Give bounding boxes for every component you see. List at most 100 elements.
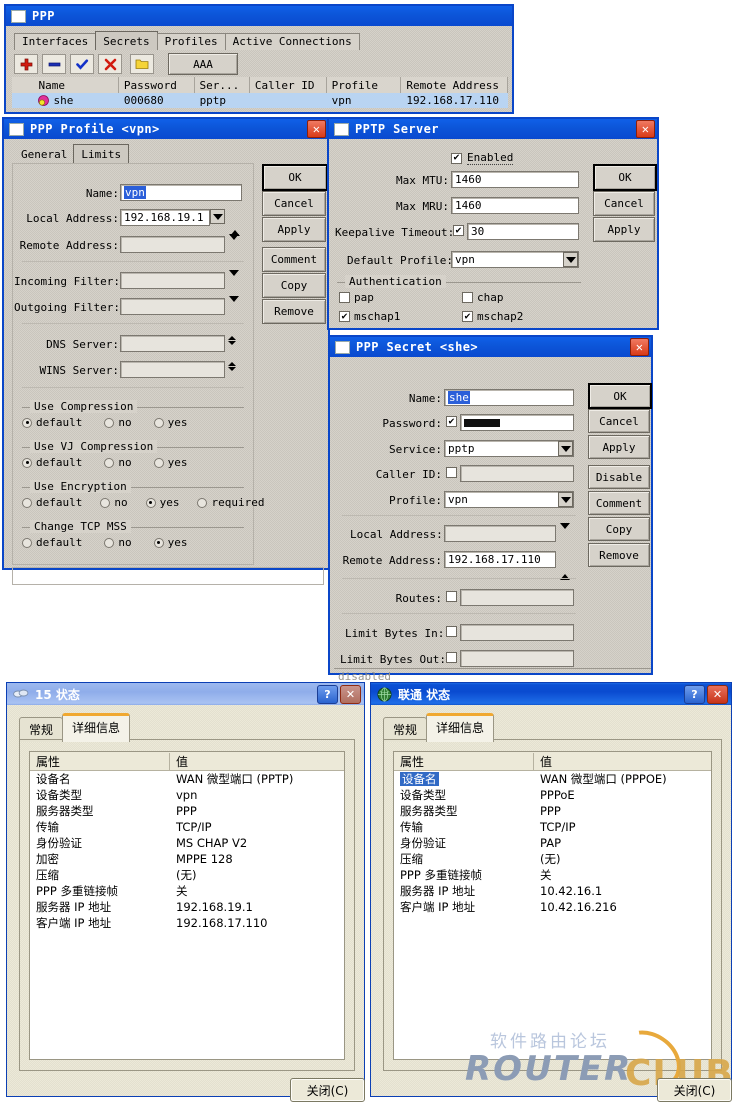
status-left-titlebar[interactable]: 15 状态 ? ✕ (7, 683, 364, 705)
limit-bytes-out-checkbox[interactable] (446, 652, 457, 663)
status-left-listbox[interactable]: 属性 值 设备名 WAN 微型端口 (PPTP) 设备类型 vpn 服务器类型 PPP… (29, 751, 345, 1060)
close-button[interactable]: 关闭(C) (657, 1078, 732, 1102)
change-tcp-mss-yes[interactable]: yes (153, 536, 187, 549)
secret-local-address-dropdown-button[interactable] (560, 523, 570, 548)
list-item[interactable]: 传输 TCP/IP (30, 819, 344, 835)
remove-button[interactable]: Remove (262, 299, 326, 324)
routes-checkbox[interactable] (446, 591, 457, 602)
dns-server-spinner[interactable] (228, 336, 236, 345)
list-item[interactable]: 压缩 (无) (30, 867, 344, 883)
use-encryption-yes[interactable]: yes (145, 496, 179, 509)
radio-icon[interactable] (104, 457, 115, 468)
secret-caller-id-input[interactable] (460, 465, 574, 482)
cancel-button[interactable]: Cancel (593, 191, 655, 216)
apply-button[interactable]: Apply (588, 435, 650, 459)
use-vj-compression-default[interactable]: default (22, 456, 82, 469)
default-profile-select[interactable]: vpn (451, 251, 579, 268)
radio-icon[interactable] (22, 457, 32, 468)
disable-button[interactable]: Disable (588, 465, 650, 489)
secret-local-address-input[interactable] (444, 525, 556, 542)
use-vj-compression-no[interactable]: no (104, 456, 132, 469)
list-item[interactable]: 压缩 (无) (394, 851, 711, 867)
col-profile[interactable]: Profile (327, 77, 402, 93)
radio-icon[interactable] (153, 537, 164, 548)
enabled-checkbox[interactable]: ✔ (451, 152, 462, 164)
profile-dns-server-input[interactable] (120, 335, 225, 352)
enable-button[interactable] (70, 54, 94, 74)
checkbox-icon[interactable]: ✔ (462, 311, 473, 322)
checkbox-icon[interactable] (339, 292, 350, 303)
list-item[interactable]: 设备名 WAN 微型端口 (PPTP) (30, 771, 344, 787)
status-left-dialog[interactable]: 15 状态 ? ✕ 常规 详细信息 属性 值 设备名 WAN 微型端口 (PPTP… (6, 682, 365, 1102)
use-encryption-options[interactable]: default no yes required (22, 496, 264, 509)
col-property[interactable]: 属性 (394, 752, 534, 770)
tab-active-connections[interactable]: Active Connections (224, 33, 360, 50)
use-compression-no[interactable]: no (104, 416, 132, 429)
auth-chap[interactable]: chap (462, 291, 504, 304)
profile-local-address-input[interactable]: 192.168.19.1 (120, 209, 210, 226)
use-encryption-no[interactable]: no (100, 496, 128, 509)
max-mtu-input[interactable]: 1460 (451, 171, 579, 188)
auth-mschap2[interactable]: ✔ mschap2 (462, 310, 523, 323)
status-right-tabbar[interactable]: 常规 详细信息 (383, 713, 495, 742)
service-dropdown-button[interactable] (558, 441, 573, 456)
close-icon[interactable]: ✕ (630, 338, 649, 356)
outgoing-filter-dropdown-button[interactable] (229, 296, 239, 321)
change-tcp-mss-no[interactable]: no (104, 536, 132, 549)
keepalive-timeout-input[interactable]: 30 (467, 223, 579, 240)
col-property[interactable]: 属性 (30, 752, 170, 770)
auth-mschap1[interactable]: ✔ mschap1 (339, 310, 400, 323)
checkbox-icon[interactable]: ✔ (339, 311, 350, 322)
col-value[interactable]: 值 (534, 753, 552, 770)
radio-icon[interactable] (100, 497, 111, 508)
col-service[interactable]: Ser... (195, 77, 250, 93)
list-item[interactable]: 服务器类型 PPP (394, 803, 711, 819)
secret-name-input[interactable]: she (444, 389, 574, 406)
profile-outgoing-filter-input[interactable] (120, 298, 225, 315)
use-compression-options[interactable]: default no yes (22, 416, 187, 429)
secret-routes-input[interactable] (460, 589, 574, 606)
profile-incoming-filter-input[interactable] (120, 272, 225, 289)
col-remote-address[interactable]: Remote Address (401, 77, 509, 93)
tab-details[interactable]: 详细信息 (426, 713, 495, 742)
list-item[interactable]: 服务器 IP 地址 192.168.19.1 (30, 899, 344, 915)
max-mru-input[interactable]: 1460 (451, 197, 579, 214)
list-item[interactable]: 设备类型 vpn (30, 787, 344, 803)
profile-dropdown-button[interactable] (558, 492, 573, 507)
local-address-dropdown-button[interactable] (210, 209, 225, 224)
help-icon[interactable]: ? (317, 684, 338, 704)
ppp-toolbar[interactable]: AAA (14, 53, 238, 75)
ppp-secret-titlebar[interactable]: PPP Secret <she> ✕ (330, 337, 651, 357)
status-right-dialog[interactable]: 联通 状态 ? ✕ 常规 详细信息 属性 值 设备名 WAN 微型端口 (PPPO… (370, 682, 732, 1102)
ppp-profile-dialog[interactable]: PPP Profile <vpn> ✕ General Limits Name:… (2, 117, 330, 585)
col-caller-id[interactable]: Caller ID (250, 77, 327, 93)
col-password[interactable]: Password (119, 77, 195, 93)
help-icon[interactable]: ? (684, 684, 705, 704)
list-item[interactable]: 加密 MPPE 128 (30, 851, 344, 867)
auth-pap[interactable]: pap (339, 291, 374, 304)
radio-icon[interactable] (22, 537, 32, 548)
profile-tabbar[interactable]: General Limits (4, 139, 328, 163)
keepalive-checkbox[interactable]: ✔ (453, 225, 464, 236)
tab-secrets[interactable]: Secrets (95, 31, 158, 50)
status-right-titlebar[interactable]: 联通 状态 ? ✕ (371, 683, 731, 705)
close-icon[interactable]: ✕ (307, 120, 326, 138)
comment-button[interactable]: Comment (588, 491, 650, 515)
status-right-listbox[interactable]: 属性 值 设备名 WAN 微型端口 (PPPOE) 设备类型 PPPoE 服务器类型… (393, 751, 712, 1060)
list-item[interactable]: 身份验证 MS CHAP V2 (30, 835, 344, 851)
secret-limit-bytes-out-input[interactable] (460, 650, 574, 667)
radio-icon[interactable] (22, 417, 32, 428)
table-row[interactable]: she 000680 pptp vpn 192.168.17.110 (12, 93, 508, 108)
limit-bytes-in-checkbox[interactable] (446, 626, 457, 637)
list-item[interactable]: 传输 TCP/IP (394, 819, 711, 835)
remove-button[interactable] (42, 54, 66, 74)
list-item[interactable]: PPP 多重链接帧 关 (394, 867, 711, 883)
copy-button[interactable]: Copy (588, 517, 650, 541)
wins-server-spinner[interactable] (228, 362, 236, 371)
list-item[interactable]: 设备名 WAN 微型端口 (PPPOE) (394, 771, 711, 787)
pptp-server-titlebar[interactable]: PPTP Server ✕ (329, 119, 657, 139)
secret-service-select[interactable]: pptp (444, 440, 574, 457)
radio-icon[interactable] (197, 497, 208, 508)
secrets-grid[interactable]: Name Password Ser... Caller ID Profile R… (12, 77, 509, 108)
use-vj-compression-options[interactable]: default no yes (22, 456, 187, 469)
